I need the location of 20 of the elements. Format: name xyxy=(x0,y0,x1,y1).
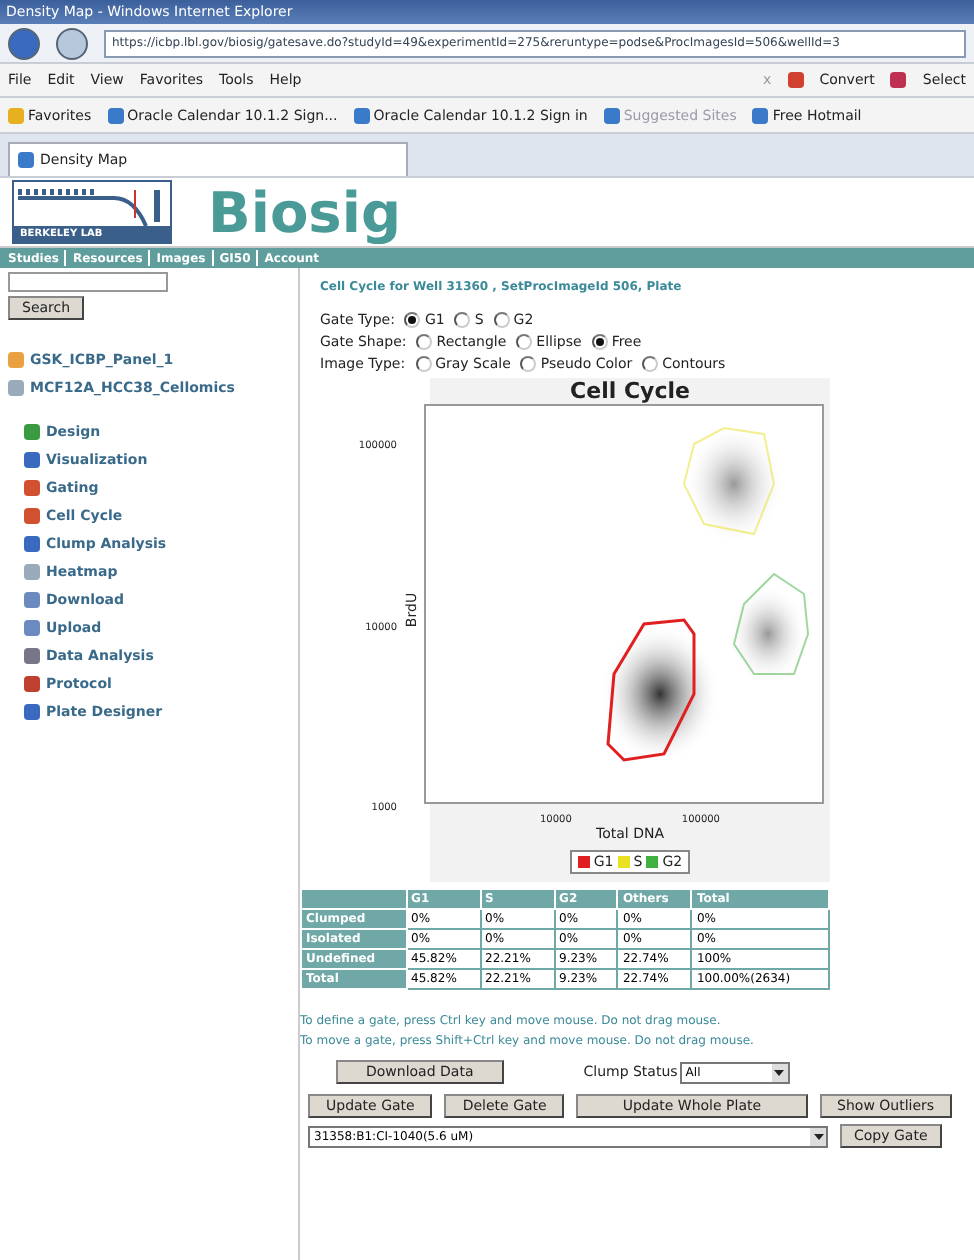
column-header xyxy=(301,889,407,909)
caret-icon xyxy=(771,1063,788,1081)
forward-button[interactable] xyxy=(56,27,88,59)
chart-title: Cell Cycle xyxy=(570,378,690,404)
caret-icon xyxy=(810,1127,826,1145)
back-button[interactable] xyxy=(8,27,40,59)
search-field[interactable] xyxy=(8,272,168,292)
app-title: Biosig xyxy=(208,179,401,245)
radio-button[interactable] xyxy=(642,356,659,372)
radio-button[interactable] xyxy=(404,312,421,328)
toolbar-icon xyxy=(787,72,804,88)
radio-button[interactable] xyxy=(591,334,608,350)
radio-button[interactable] xyxy=(415,356,432,372)
radio-button[interactable] xyxy=(493,312,510,328)
radio-button[interactable] xyxy=(454,312,471,328)
radio-button[interactable] xyxy=(416,334,433,350)
radio-button[interactable] xyxy=(520,356,537,372)
toolbar-icon xyxy=(890,72,907,88)
gate-outline[interactable] xyxy=(605,618,695,762)
radio-button[interactable] xyxy=(516,334,533,350)
